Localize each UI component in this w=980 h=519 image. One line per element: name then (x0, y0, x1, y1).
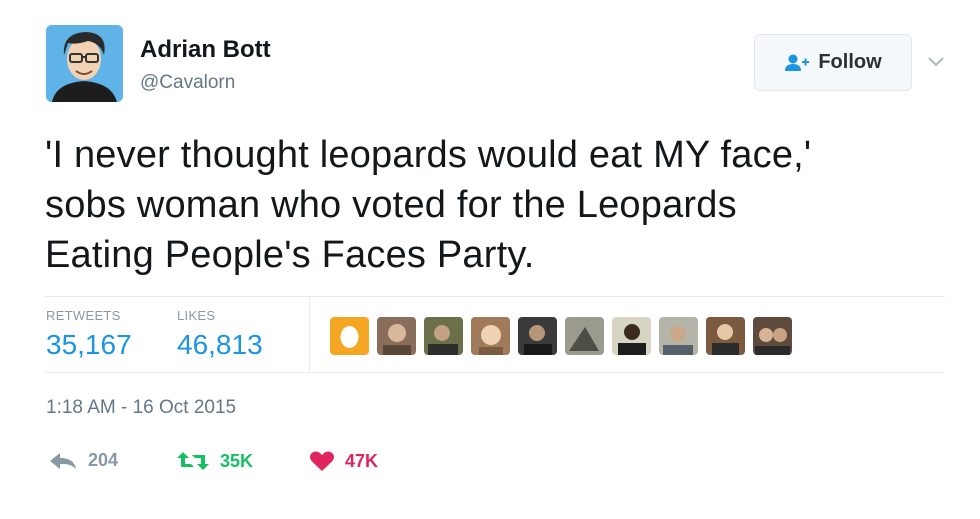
heart-icon (309, 451, 335, 471)
liker-avatar[interactable] (706, 317, 745, 355)
retweet-count: 35K (220, 450, 254, 471)
reply-arrow-icon (50, 452, 76, 469)
liker-avatar[interactable] (612, 317, 651, 355)
retweet-button[interactable]: 35K (176, 450, 253, 472)
photo-avatar-icon (612, 317, 651, 355)
cartoon-avatar-icon (46, 25, 123, 102)
like-button[interactable]: 47K (309, 450, 378, 472)
photo-avatar-icon (565, 317, 604, 355)
likes-count: 46,813 (177, 329, 263, 360)
liker-avatar[interactable] (424, 317, 463, 355)
author-avatar[interactable] (46, 25, 123, 102)
liker-avatar[interactable] (330, 317, 369, 355)
follow-button-label: Follow (818, 51, 882, 73)
tweet-text-line: Eating People's Faces Party. (45, 234, 535, 276)
retweet-icon (177, 452, 209, 470)
liker-avatar[interactable] (471, 317, 510, 355)
egg-avatar-icon (330, 317, 369, 355)
photo-avatar-icon (471, 317, 510, 355)
follow-person-plus-icon (785, 54, 810, 71)
photo-avatar-icon (753, 317, 792, 355)
liker-avatar[interactable] (518, 317, 557, 355)
likers-avatars (330, 317, 792, 355)
likes-label: LIKES (177, 308, 216, 323)
liker-avatar[interactable] (565, 317, 604, 355)
stats-bottom-divider (45, 372, 945, 373)
reply-count: 204 (88, 450, 119, 470)
liker-avatar[interactable] (753, 317, 792, 355)
follow-button[interactable]: Follow (754, 34, 912, 91)
retweets-stat[interactable]: RETWEETS 35,167 (46, 308, 132, 361)
author-name[interactable]: Adrian Bott (140, 36, 271, 64)
photo-avatar-icon (706, 317, 745, 355)
photo-avatar-icon (424, 317, 463, 355)
stats-vertical-divider (309, 297, 310, 372)
tweet-timestamp[interactable]: 1:18 AM - 16 Oct 2015 (46, 397, 236, 419)
chevron-down-icon[interactable] (926, 54, 946, 68)
likes-stat[interactable]: LIKES 46,813 (177, 308, 263, 361)
liker-avatar[interactable] (377, 317, 416, 355)
tweet-text: 'I never thought leopards would eat MY f… (45, 130, 925, 280)
photo-avatar-icon (518, 317, 557, 355)
like-count: 47K (345, 450, 379, 471)
photo-avatar-icon (377, 317, 416, 355)
retweets-count: 35,167 (46, 329, 132, 360)
photo-avatar-icon (659, 317, 698, 355)
tweet-card: Adrian Bott @Cavalorn Follow 'I never th… (0, 0, 980, 519)
author-handle[interactable]: @Cavalorn (140, 72, 235, 94)
retweets-label: RETWEETS (46, 308, 121, 323)
liker-avatar[interactable] (659, 317, 698, 355)
stats-top-divider (45, 296, 945, 297)
reply-button[interactable]: 204 (48, 450, 118, 471)
tweet-text-line: sobs woman who voted for the Leopards (45, 184, 737, 226)
tweet-text-line: 'I never thought leopards would eat MY f… (45, 134, 812, 176)
